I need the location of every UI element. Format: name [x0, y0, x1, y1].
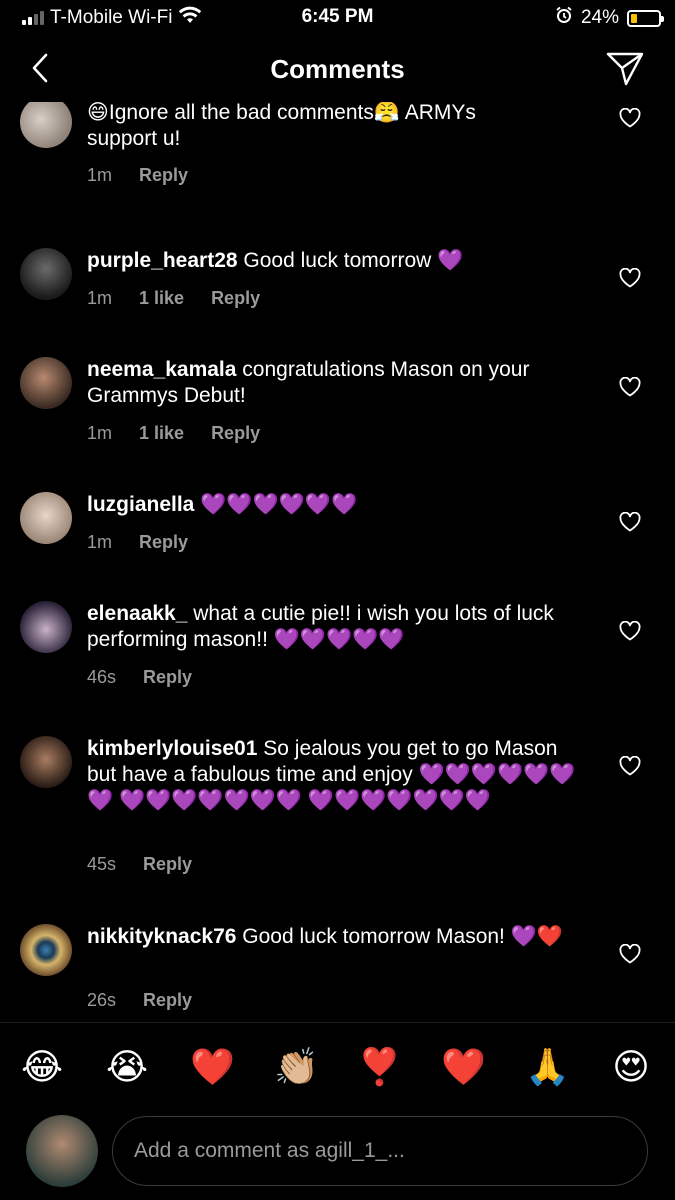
comment-time: 45s	[87, 854, 117, 874]
comment-time: 26s	[87, 990, 117, 1010]
comment-list[interactable]: 😄Ignore all the bad comments😤 ARMYs supp…	[0, 102, 675, 1022]
comment-time: 1m	[87, 532, 113, 552]
comment-time: 1m	[87, 423, 113, 443]
comment-username[interactable]: neema_kamala	[87, 358, 236, 381]
like-button[interactable]	[619, 268, 641, 288]
comment-meta: 26s Reply	[87, 990, 192, 1011]
comment-text: Good luck tomorrow Mason! 💜❤️	[242, 925, 564, 948]
comment-username[interactable]: kimberlylouise01	[87, 737, 257, 760]
comment-body: kimberlylouise01 So jealous you get to g…	[87, 736, 587, 814]
status-right: 24%	[555, 6, 664, 30]
battery-percent: 24%	[580, 7, 619, 28]
reply-button[interactable]: Reply	[211, 288, 260, 309]
comment-time: 1m	[87, 165, 113, 185]
avatar[interactable]	[20, 248, 72, 300]
heart-outline-icon	[619, 756, 641, 776]
reply-button[interactable]: Reply	[143, 854, 192, 875]
reply-button[interactable]: Reply	[139, 165, 188, 186]
emoji-button-pray[interactable]: 🙏	[525, 1045, 570, 1089]
comment-body: neema_kamala congratulations Mason on yo…	[87, 357, 587, 409]
heart-outline-icon	[619, 621, 641, 641]
comment-input[interactable]	[112, 1116, 648, 1186]
share-button[interactable]	[605, 50, 645, 88]
comment-body: purple_heart28 Good luck tomorrow 💜	[87, 248, 587, 274]
like-button[interactable]	[619, 512, 641, 532]
likes-count[interactable]: 1 like	[139, 423, 184, 444]
comment-meta: 1m Reply	[87, 532, 188, 553]
avatar[interactable]	[20, 601, 72, 653]
comment-body: elenaakk_ what a cutie pie!! i wish you …	[87, 601, 587, 653]
heart-outline-icon	[619, 944, 641, 964]
avatar[interactable]	[20, 736, 72, 788]
like-button[interactable]	[619, 621, 641, 641]
emoji-button-joy[interactable]: 😂	[20, 1045, 64, 1089]
page-title: Comments	[270, 54, 405, 84]
like-button[interactable]	[619, 377, 641, 397]
likes-count[interactable]: 1 like	[139, 288, 184, 309]
comment-body: 😄Ignore all the bad comments😤 ARMYs supp…	[87, 102, 587, 152]
comment-meta: 46s Reply	[87, 667, 192, 688]
paper-plane-icon	[606, 52, 644, 86]
emoji-quick-bar: 😂 😭 ❤️ 👏🏼 ❣️ ❤️ 🙏 😍	[0, 1022, 675, 1108]
reply-button[interactable]: Reply	[143, 990, 192, 1011]
header: Comments	[0, 36, 675, 102]
comment-body: nikkityknack76 Good luck tomorrow Mason!…	[87, 924, 587, 950]
comment-text: 💜💜💜💜💜💜	[200, 493, 358, 516]
emoji-button-heart-exclamation[interactable]: ❣️	[357, 1045, 402, 1089]
comment-username[interactable]: purple_heart28	[87, 249, 238, 272]
avatar[interactable]	[20, 102, 72, 148]
emoji-button-sob[interactable]: 😭	[105, 1045, 149, 1089]
comment-meta: 45s Reply	[87, 854, 192, 875]
heart-outline-icon	[619, 268, 641, 288]
comment-meta: 1m Reply	[87, 165, 188, 186]
emoji-button-heart[interactable]: ❤️	[190, 1045, 235, 1089]
heart-outline-icon	[619, 512, 641, 532]
comment-time: 1m	[87, 288, 113, 308]
my-avatar[interactable]	[26, 1115, 98, 1187]
emoji-button-heart-eyes[interactable]: 😍	[609, 1045, 653, 1089]
heart-outline-icon	[619, 377, 641, 397]
emoji-button-clap[interactable]: 👏🏼	[274, 1045, 319, 1089]
emoji-button-heart-2[interactable]: ❤️	[441, 1045, 486, 1089]
comment-meta: 1m 1 like Reply	[87, 423, 260, 444]
comment-username[interactable]: elenaakk_	[87, 602, 187, 625]
avatar[interactable]	[20, 357, 72, 409]
comment-text-line: 😄Ignore all the bad comments😤 ARMYs	[87, 102, 476, 124]
like-button[interactable]	[619, 944, 641, 964]
heart-outline-icon	[619, 108, 641, 128]
reply-button[interactable]: Reply	[139, 532, 188, 553]
avatar[interactable]	[20, 492, 72, 544]
reply-button[interactable]: Reply	[143, 667, 192, 688]
avatar[interactable]	[20, 924, 72, 976]
like-button[interactable]	[619, 756, 641, 776]
comment-text-line: support u!	[87, 127, 181, 150]
comment-body: luzgianella 💜💜💜💜💜💜	[87, 492, 587, 518]
comment-meta: 1m 1 like Reply	[87, 288, 260, 309]
comment-text: Good luck tomorrow 💜	[243, 249, 464, 272]
comment-time: 46s	[87, 667, 117, 687]
like-button[interactable]	[619, 108, 641, 128]
reply-button[interactable]: Reply	[211, 423, 260, 444]
alarm-icon	[555, 6, 573, 30]
comment-username[interactable]: nikkityknack76	[87, 925, 236, 948]
comment-composer	[0, 1108, 675, 1200]
status-bar: T-Mobile Wi-Fi 6:45 PM 24%	[0, 0, 675, 36]
battery-icon	[627, 9, 664, 27]
comment-username[interactable]: luzgianella	[87, 493, 194, 516]
